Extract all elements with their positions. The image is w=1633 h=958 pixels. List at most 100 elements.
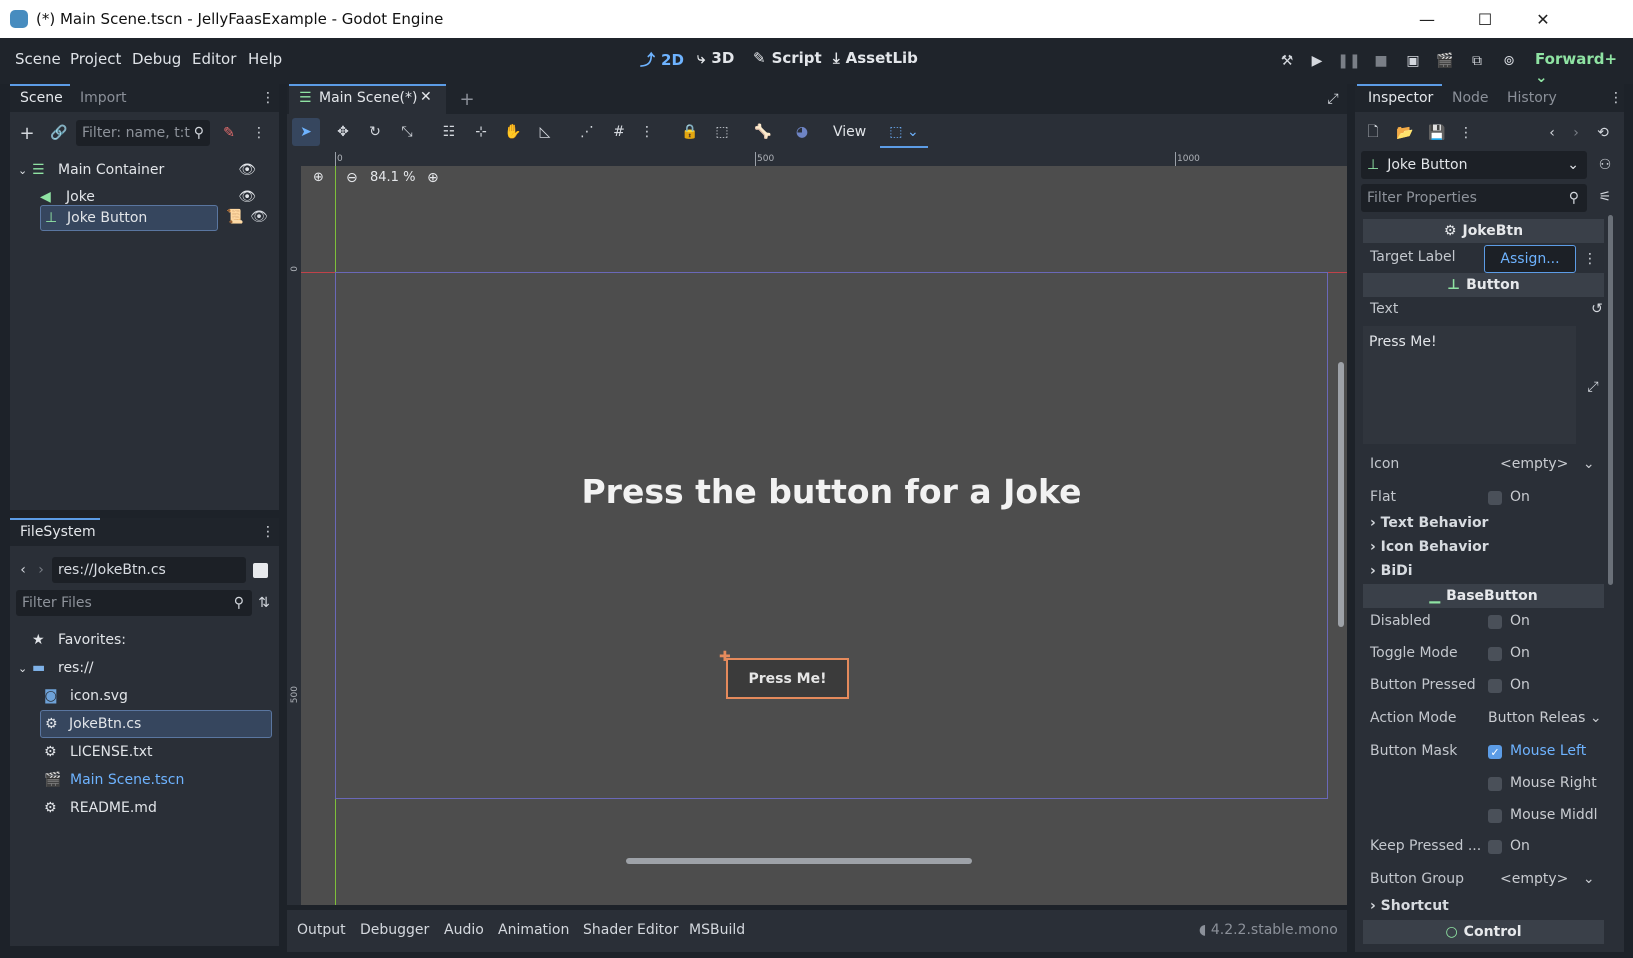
group-bidi[interactable]: › BiDi	[1370, 563, 1413, 579]
new-scene-tab-icon[interactable]: +	[456, 88, 478, 110]
select-mode-icon[interactable]: ➤	[292, 118, 320, 146]
visibility-eye-icon[interactable]: 👁	[238, 162, 256, 178]
resource-more-icon[interactable]: ⋮	[1458, 122, 1474, 144]
mouse-left-checkbox[interactable]: ✓	[1488, 745, 1502, 759]
assign-button[interactable]: Assign...	[1484, 245, 1576, 273]
center-view-icon[interactable]: ⊕	[313, 170, 324, 185]
mouse-middle-checkbox[interactable]	[1488, 809, 1502, 823]
tab-filesystem[interactable]: FileSystem	[20, 524, 96, 540]
dock-menu-icon[interactable]: ⋮	[260, 522, 276, 542]
smart-snap-icon[interactable]: ⋰	[575, 120, 599, 144]
open-resource-icon[interactable]: 📂	[1394, 122, 1416, 144]
tree-row-main-container[interactable]: ⌄ ☰ Main Container 👁	[18, 158, 264, 182]
stop-icon[interactable]: ■	[1370, 50, 1392, 72]
tab-debugger[interactable]: Debugger	[360, 922, 429, 938]
history-forward-icon[interactable]: ›	[1568, 122, 1584, 144]
close-window-button[interactable]: ✕	[1514, 0, 1572, 38]
file-row[interactable]: ◙ icon.svg	[44, 684, 128, 708]
revert-icon[interactable]: ↺	[1588, 300, 1606, 318]
tab-history[interactable]: History	[1507, 90, 1557, 106]
scale-mode-icon[interactable]: ⤡	[395, 120, 419, 144]
horizontal-scrollbar[interactable]	[626, 858, 972, 864]
script-attached-icon[interactable]: 📜	[225, 207, 245, 227]
group-text-behavior[interactable]: › Text Behavior	[1370, 515, 1488, 531]
flat-checkbox[interactable]	[1488, 491, 1502, 505]
minimize-button[interactable]: —	[1398, 0, 1456, 38]
file-row[interactable]: ⚙ README.md	[44, 796, 157, 820]
inspector-scrollbar[interactable]	[1608, 215, 1613, 585]
filter-properties-input[interactable]: Filter Properties ⚲	[1361, 184, 1587, 212]
move-mode-icon[interactable]: ✥	[331, 120, 355, 144]
play-icon[interactable]: ▶	[1306, 50, 1328, 72]
tab-inspector[interactable]: Inspector	[1368, 90, 1433, 106]
grid-snap-icon[interactable]: #	[607, 120, 631, 144]
joke-button-preview[interactable]: Press Me!	[726, 658, 849, 699]
close-tab-icon[interactable]: ✕	[420, 89, 432, 105]
tab-import[interactable]: Import	[80, 90, 126, 106]
visibility-eye-icon[interactable]: 👁	[238, 189, 256, 205]
action-mode-select[interactable]: Button Releas ⌄	[1488, 710, 1602, 726]
icon-value[interactable]: <empty> ⌄	[1500, 456, 1595, 472]
property-options-icon[interactable]: ⚟	[1594, 186, 1616, 208]
group-shortcut[interactable]: › Shortcut	[1370, 898, 1449, 914]
dock-menu-icon[interactable]: ⋮	[1608, 88, 1624, 108]
path-field[interactable]: res://JokeBtn.cs	[52, 557, 246, 583]
workspace-assetlib-button[interactable]: ⤓ AssetLib	[833, 49, 918, 67]
group-icon-behavior[interactable]: › Icon Behavior	[1370, 539, 1489, 555]
new-resource-icon[interactable]: 🗋	[1362, 122, 1384, 144]
tab-msbuild[interactable]: MSBuild	[689, 922, 745, 938]
tab-shader-editor[interactable]: Shader Editor	[583, 922, 678, 938]
sort-icon[interactable]: ⇅	[254, 592, 274, 614]
selection-options-icon[interactable]: ⬚ ⌄	[880, 118, 928, 148]
cpu-particles-icon[interactable]: ◕	[790, 120, 814, 144]
pivot-cross-icon[interactable]: ✚	[719, 649, 731, 665]
expand-text-icon[interactable]: ⤢	[1582, 376, 1604, 398]
view-menu[interactable]: View	[833, 124, 866, 140]
add-node-icon[interactable]: +	[16, 122, 38, 144]
scene-more-icon[interactable]: ⋮	[248, 122, 270, 144]
tab-output[interactable]: Output	[297, 922, 346, 938]
pan-hand-icon[interactable]: ✋	[501, 120, 525, 144]
node-info-icon[interactable]: ⚇	[1594, 154, 1616, 176]
workspace-3d-button[interactable]: ⤷ 3D	[697, 49, 734, 67]
menu-scene[interactable]: Scene	[15, 50, 61, 68]
tab-scene[interactable]: Scene	[20, 90, 63, 106]
disabled-checkbox[interactable]	[1488, 615, 1502, 629]
toggle-mode-checkbox[interactable]	[1488, 647, 1502, 661]
history-back-icon[interactable]: ‹	[1544, 122, 1560, 144]
snap-options-icon[interactable]: ⋮	[637, 120, 657, 144]
vertical-scrollbar[interactable]	[1338, 362, 1344, 627]
tab-node[interactable]: Node	[1452, 90, 1489, 106]
scene-tab-main[interactable]: ☰ Main Scene(*) ✕	[289, 84, 446, 114]
skeleton-bone-icon[interactable]: 🦴	[751, 120, 775, 144]
section-jokebtn[interactable]: ⚙ JokeBtn	[1363, 219, 1604, 243]
pause-icon[interactable]: ❚❚	[1337, 50, 1360, 72]
visibility-eye-icon[interactable]: 👁	[249, 207, 269, 227]
distraction-free-icon[interactable]: ⤢	[1322, 88, 1344, 110]
workspace-2d-button[interactable]: ⤴ 2D	[640, 49, 684, 70]
split-view-icon[interactable]	[253, 563, 268, 578]
prop-more-icon[interactable]: ⋮	[1582, 248, 1598, 270]
filter-files-input[interactable]: Filter Files ⚲	[16, 590, 252, 616]
remote-debug-icon[interactable]: ▣	[1402, 50, 1424, 72]
tab-audio[interactable]: Audio	[444, 922, 484, 938]
maximize-button[interactable]: ☐	[1456, 0, 1514, 38]
section-control[interactable]: ○ Control	[1363, 920, 1604, 944]
menu-project[interactable]: Project	[70, 50, 121, 68]
zoom-in-icon[interactable]: ⊕	[427, 170, 439, 186]
pivot-icon[interactable]: ⊹	[469, 120, 493, 144]
button-pressed-checkbox[interactable]	[1488, 679, 1502, 693]
menu-editor[interactable]: Editor	[192, 50, 236, 68]
list-select-icon[interactable]: ☷	[437, 120, 461, 144]
object-history-icon[interactable]: ⟲	[1592, 122, 1614, 144]
group-icon[interactable]: ⬚	[710, 120, 734, 144]
button-group-value[interactable]: <empty> ⌄	[1500, 871, 1595, 887]
build-hammer-icon[interactable]: ⚒	[1276, 50, 1298, 72]
favorites-row[interactable]: ★ Favorites:	[32, 628, 126, 652]
tree-row-joke-button[interactable]: ⊥ Joke Button	[40, 205, 218, 231]
save-resource-icon[interactable]: 💾	[1426, 122, 1448, 144]
menu-debug[interactable]: Debug	[132, 50, 181, 68]
tab-animation[interactable]: Animation	[498, 922, 569, 938]
dock-menu-icon[interactable]: ⋮	[260, 88, 276, 108]
menu-help[interactable]: Help	[248, 50, 282, 68]
